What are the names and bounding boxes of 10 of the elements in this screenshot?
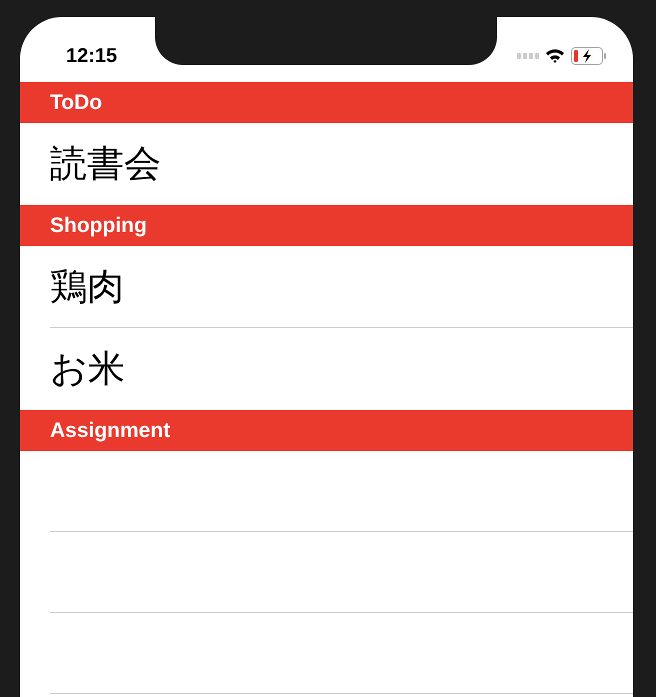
list-item[interactable]: 読書会 — [50, 136, 161, 192]
list-item[interactable]: お米 — [50, 341, 125, 397]
signal-icon — [517, 52, 539, 58]
status-time: 12:15 — [66, 44, 118, 68]
section-header: ToDo — [20, 82, 633, 123]
section-header: Shopping — [20, 205, 633, 246]
section-header: Assignment — [20, 410, 633, 451]
list-item[interactable]: 鶏肉 — [50, 258, 124, 314]
wifi-icon — [545, 48, 565, 63]
battery-charging-icon — [571, 46, 607, 64]
